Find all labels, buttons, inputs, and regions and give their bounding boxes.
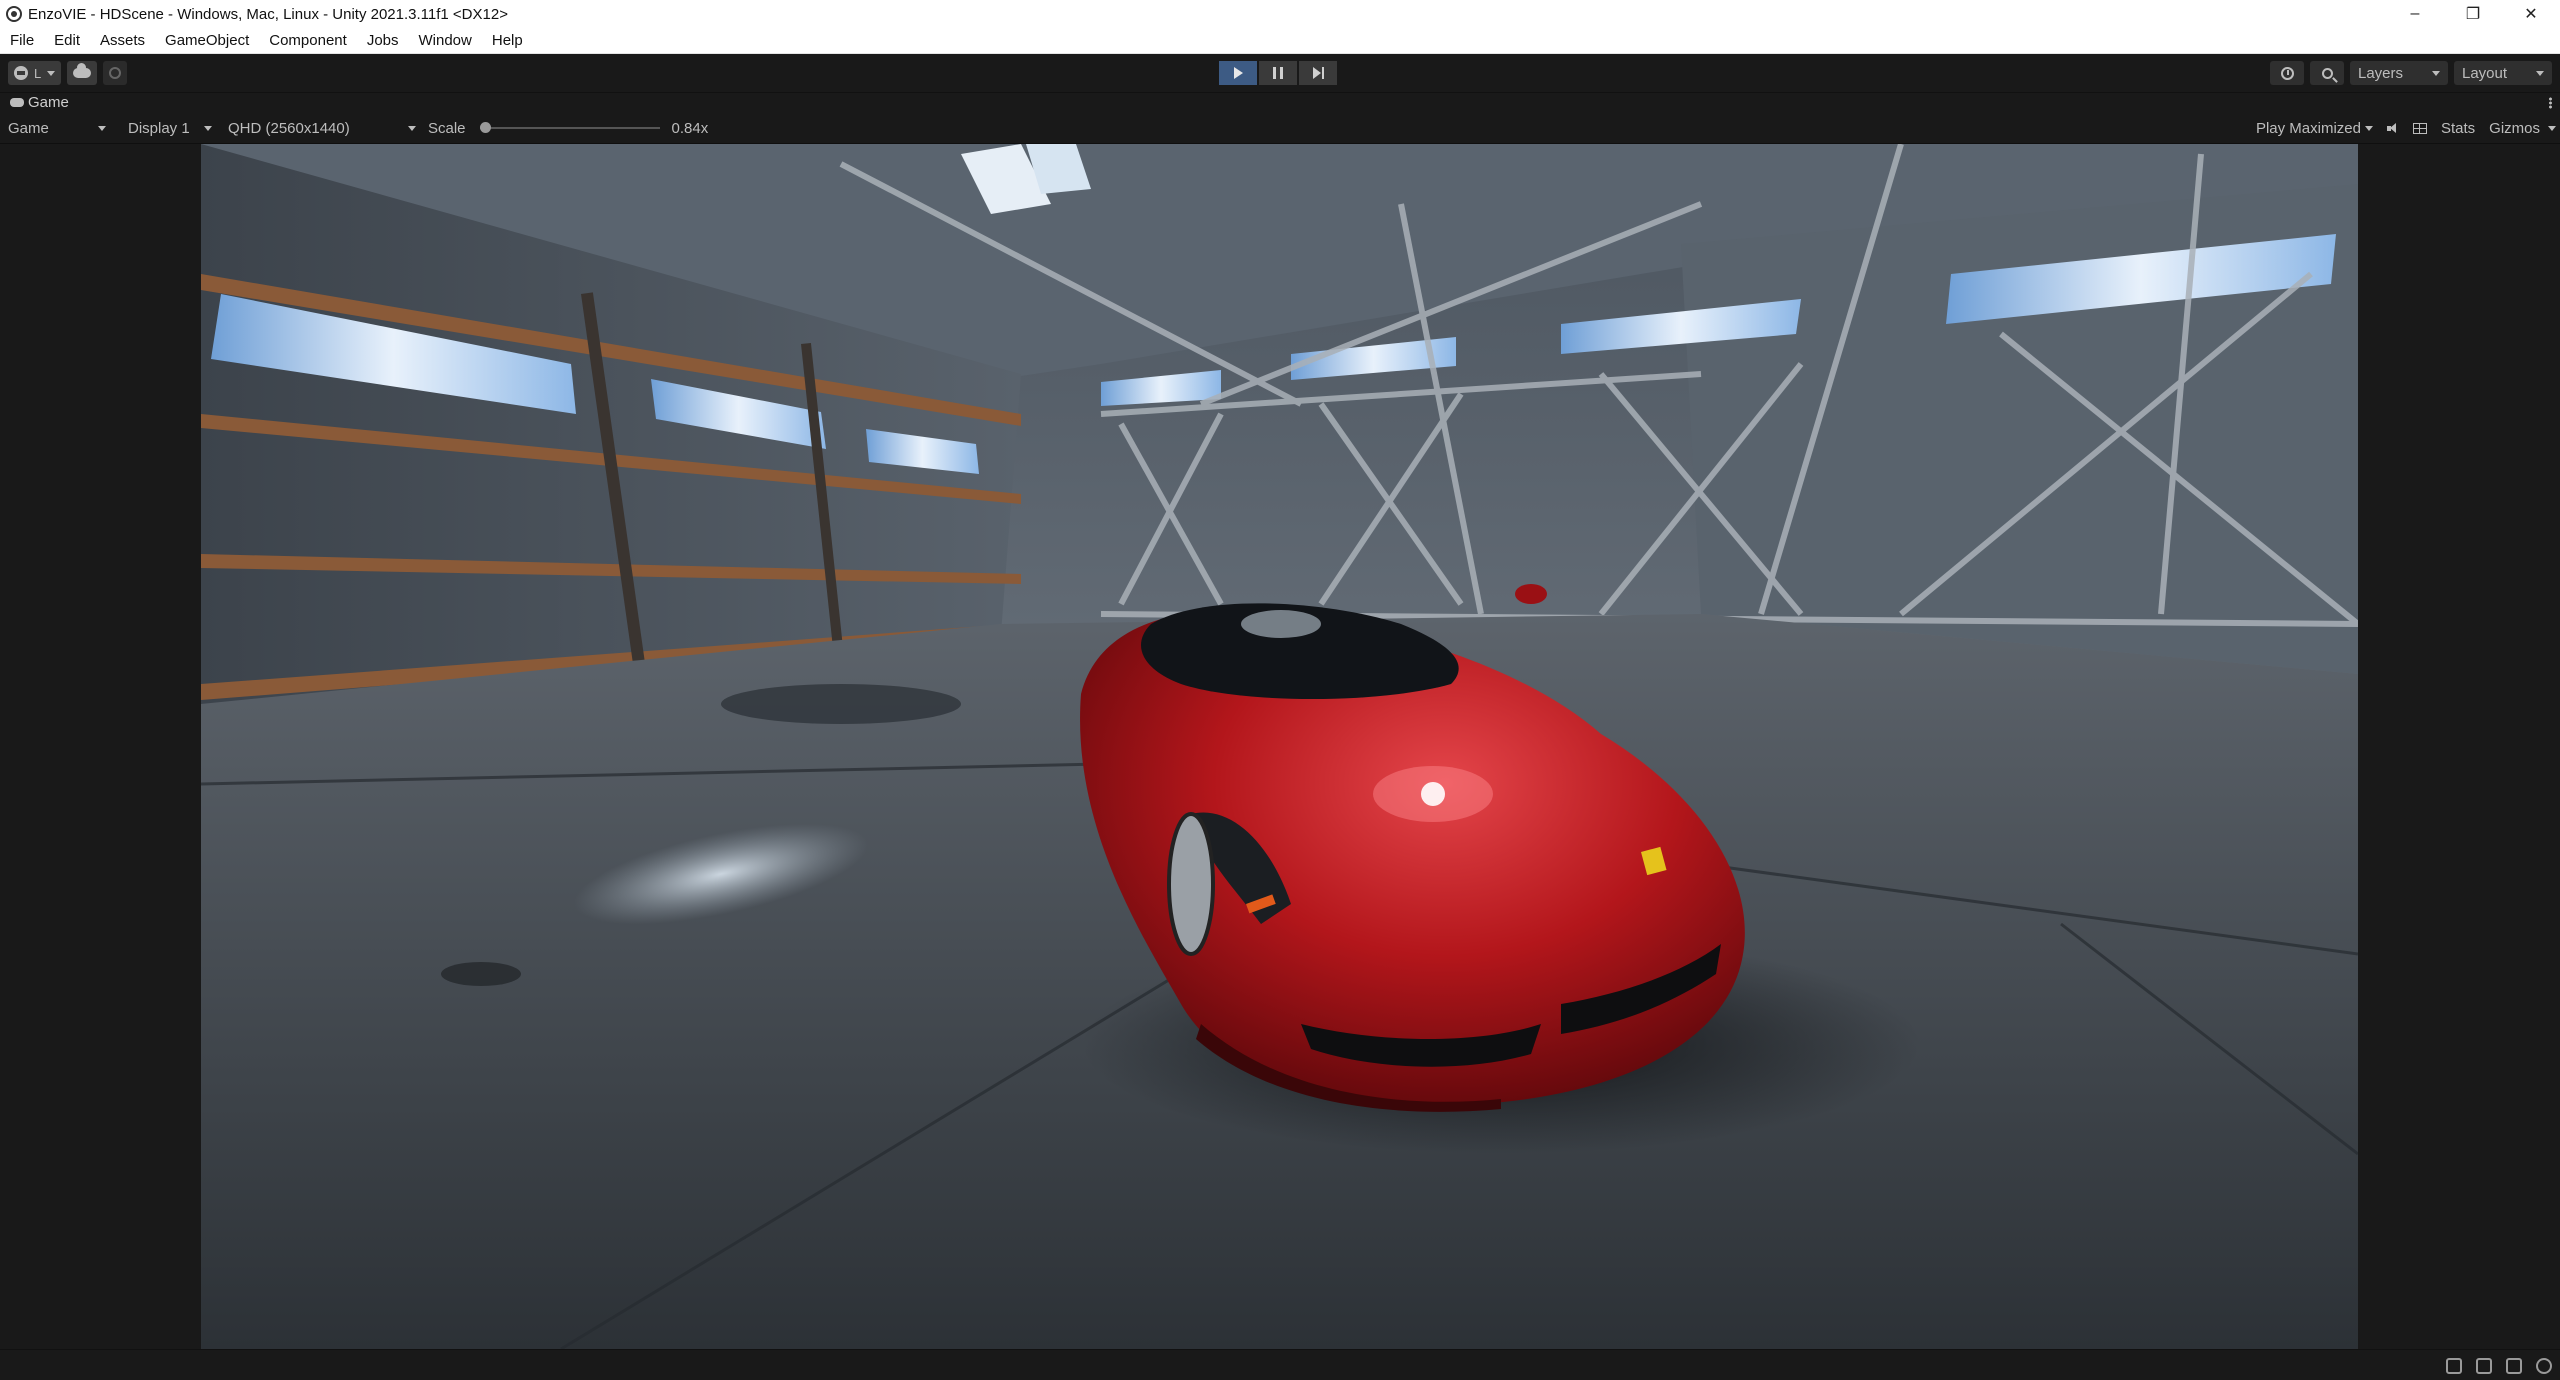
- gizmos-dropdown[interactable]: Gizmos: [2489, 120, 2556, 137]
- close-button[interactable]: ✕: [2502, 0, 2560, 28]
- search-button[interactable]: [2310, 61, 2344, 85]
- chevron-down-icon: [2536, 70, 2544, 76]
- layers-status-icon[interactable]: [2476, 1358, 2492, 1374]
- hangar-scene-image: [201, 144, 2358, 1349]
- resolution-label: QHD (2560x1440): [228, 119, 350, 137]
- scale-control: Scale 0.84x: [428, 117, 708, 139]
- chevron-down-icon: [2432, 70, 2440, 76]
- scale-label: Scale: [428, 119, 466, 137]
- layers-label: Layers: [2358, 64, 2404, 82]
- layout-label: Layout: [2462, 64, 2508, 82]
- step-button[interactable]: [1299, 61, 1337, 85]
- game-render-view[interactable]: [201, 144, 2358, 1349]
- menu-component[interactable]: Component: [259, 28, 357, 54]
- search-icon: [2321, 67, 2333, 79]
- chevron-down-icon: [2364, 125, 2373, 131]
- view-type-dropdown[interactable]: Game: [4, 117, 110, 139]
- undo-history-button[interactable]: [2270, 61, 2304, 85]
- game-tab-bar: Game: [0, 92, 2560, 112]
- unity-logo-icon: [6, 6, 22, 22]
- tab-game[interactable]: Game: [0, 93, 77, 113]
- vsync-grid-icon[interactable]: [2412, 122, 2427, 134]
- chevron-down-icon: [47, 70, 56, 76]
- cloud-icon: [73, 63, 92, 78]
- cloud-button[interactable]: [67, 61, 98, 85]
- menu-bar: File Edit Assets GameObject Component Jo…: [0, 28, 2560, 54]
- menu-assets[interactable]: Assets: [90, 28, 155, 54]
- gamepad-icon: [10, 98, 24, 107]
- chevron-down-icon: [2548, 125, 2556, 131]
- more-options-icon[interactable]: [2549, 97, 2552, 109]
- collab-button[interactable]: [103, 61, 128, 85]
- main-toolbar: L Layers Layout: [0, 54, 2560, 92]
- minimize-button[interactable]: –: [2386, 0, 2444, 28]
- history-icon: [2280, 66, 2294, 80]
- tab-game-label: Game: [28, 94, 69, 111]
- menu-gameobject[interactable]: GameObject: [155, 28, 259, 54]
- gizmos-label: Gizmos: [2489, 119, 2540, 137]
- stats-button[interactable]: Stats: [2441, 120, 2475, 137]
- pause-button[interactable]: [1259, 61, 1297, 85]
- display-dropdown[interactable]: Display 1: [124, 117, 216, 139]
- play-icon: [1233, 67, 1243, 79]
- playmode-controls: [1219, 61, 1337, 85]
- status-bar: [0, 1349, 2560, 1380]
- layers-dropdown[interactable]: Layers: [2350, 61, 2448, 85]
- layout-dropdown[interactable]: Layout: [2454, 61, 2552, 85]
- scale-slider[interactable]: [479, 122, 660, 133]
- chevron-down-icon: [408, 125, 416, 131]
- collab-icon: [109, 67, 122, 79]
- window-title: EnzoVIE - HDScene - Windows, Mac, Linux …: [28, 5, 508, 23]
- chevron-down-icon: [204, 125, 212, 131]
- step-icon: [1312, 67, 1324, 79]
- menu-jobs[interactable]: Jobs: [357, 28, 409, 54]
- game-viewport-area: [0, 144, 2560, 1349]
- menu-file[interactable]: File: [0, 28, 44, 54]
- restore-button[interactable]: ❐: [2444, 0, 2502, 28]
- menu-edit[interactable]: Edit: [44, 28, 90, 54]
- network-icon[interactable]: [2506, 1358, 2522, 1374]
- view-type-label: Game: [8, 119, 49, 137]
- display-label: Display 1: [128, 119, 190, 137]
- chevron-down-icon: [98, 125, 106, 131]
- pause-icon: [1273, 67, 1283, 79]
- play-mode-label: Play Maximized: [2255, 119, 2361, 137]
- game-view-toolbar: Game Display 1 QHD (2560x1440) Scale 0.8…: [0, 112, 2560, 144]
- play-button[interactable]: [1219, 61, 1257, 85]
- account-dropdown[interactable]: L: [8, 61, 62, 85]
- menu-help[interactable]: Help: [482, 28, 533, 54]
- scale-value: 0.84x: [671, 119, 709, 137]
- resolution-dropdown[interactable]: QHD (2560x1440): [224, 117, 420, 139]
- bug-icon[interactable]: [2446, 1358, 2462, 1374]
- window-controls: – ❐ ✕: [2386, 0, 2560, 28]
- account-label: L: [34, 65, 42, 81]
- account-icon: [14, 66, 28, 80]
- check-icon[interactable]: [2536, 1358, 2552, 1374]
- menu-window[interactable]: Window: [409, 28, 482, 54]
- mute-audio-icon[interactable]: [2386, 123, 2399, 133]
- window-titlebar: EnzoVIE - HDScene - Windows, Mac, Linux …: [0, 0, 2560, 28]
- scale-slider-thumb[interactable]: [479, 122, 491, 133]
- play-mode-dropdown[interactable]: Play Maximized: [2256, 120, 2373, 137]
